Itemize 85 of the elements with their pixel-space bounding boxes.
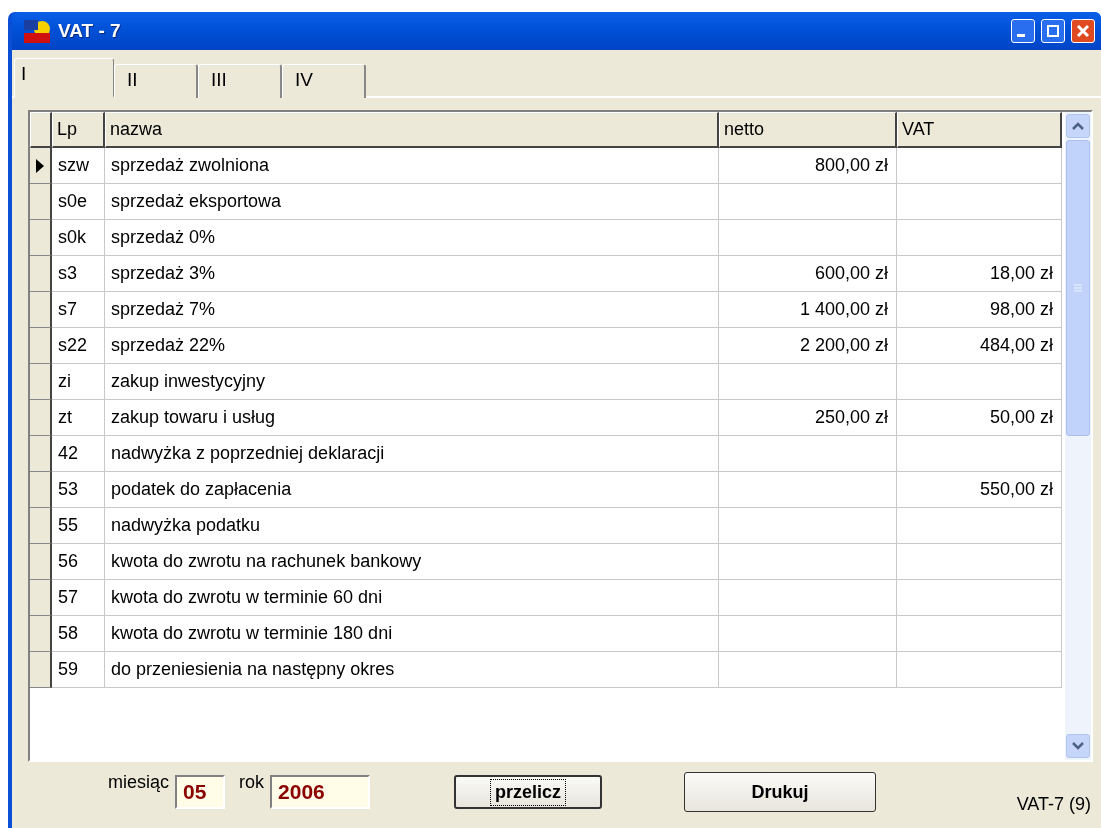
table-cell: s7 <box>52 292 105 328</box>
table-cell: sprzedaż eksportowa <box>105 184 719 220</box>
table-cell: kwota do zwrotu w terminie 180 dni <box>105 616 719 652</box>
window-title: VAT - 7 <box>58 20 122 42</box>
table-cell: nadwyżka podatku <box>105 508 719 544</box>
row-indicator[interactable] <box>30 580 52 616</box>
scroll-thumb[interactable] <box>1066 140 1090 436</box>
table-cell: 50,00 zł <box>897 400 1062 436</box>
close-icon <box>1076 24 1090 38</box>
tab[interactable]: I <box>14 58 114 98</box>
month-label: miesiąc <box>108 772 169 793</box>
table-cell: 55 <box>52 508 105 544</box>
table-cell: kwota do zwrotu na rachunek bankowy <box>105 544 719 580</box>
maximize-icon <box>1046 24 1060 38</box>
year-field[interactable]: 2006 <box>270 775 371 809</box>
close-button[interactable] <box>1071 19 1095 43</box>
table-cell: podatek do zapłacenia <box>105 472 719 508</box>
row-indicator[interactable] <box>30 508 52 544</box>
table-cell: 800,00 zł <box>719 148 897 184</box>
table-cell: sprzedaż 0% <box>105 220 719 256</box>
year-label: rok <box>239 772 265 793</box>
table-cell: s0e <box>52 184 105 220</box>
tab[interactable]: IV <box>282 64 366 98</box>
table-cell: s0k <box>52 220 105 256</box>
column-header[interactable]: nazwa <box>105 112 719 148</box>
table-cell: 58 <box>52 616 105 652</box>
maximize-button[interactable] <box>1041 19 1065 43</box>
table-cell: sprzedaż 7% <box>105 292 719 328</box>
table-cell: do przeniesienia na następny okres <box>105 652 719 688</box>
minimize-icon <box>1017 33 1025 37</box>
table-cell: s22 <box>52 328 105 364</box>
table-cell: 250,00 zł <box>719 400 897 436</box>
column-header[interactable]: Lp <box>52 112 105 148</box>
button[interactable]: przelicz <box>454 775 603 809</box>
scroll-down-button[interactable] <box>1066 734 1090 758</box>
status-text: VAT-7 (9) <box>1016 793 1091 815</box>
table-cell: nadwyżka z poprzedniej deklaracji <box>105 436 719 472</box>
table-cell: szw <box>52 148 105 184</box>
row-indicator[interactable] <box>30 184 52 220</box>
row-indicator[interactable] <box>30 544 52 580</box>
table-cell: 98,00 zł <box>897 292 1062 328</box>
table-cell: sprzedaż 22% <box>105 328 719 364</box>
row-indicator[interactable] <box>30 256 52 292</box>
table-cell: zakup inwestycyjny <box>105 364 719 400</box>
table-cell: 600,00 zł <box>719 256 897 292</box>
table-cell: s3 <box>52 256 105 292</box>
vertical-scrollbar[interactable] <box>1065 112 1091 760</box>
column-header[interactable]: VAT <box>897 112 1062 148</box>
column-header[interactable]: netto <box>719 112 897 148</box>
table-cell: 59 <box>52 652 105 688</box>
row-indicator[interactable] <box>30 616 52 652</box>
table-cell: 18,00 zł <box>897 256 1062 292</box>
button[interactable]: Drukuj <box>684 772 877 812</box>
table-cell: sprzedaż 3% <box>105 256 719 292</box>
row-indicator[interactable] <box>30 472 52 508</box>
minimize-button[interactable] <box>1011 19 1035 43</box>
table-cell: kwota do zwrotu w terminie 60 dni <box>105 580 719 616</box>
table-cell: zakup towaru i usług <box>105 400 719 436</box>
chevron-up-icon <box>1072 122 1084 130</box>
row-indicator[interactable] <box>30 400 52 436</box>
row-indicator[interactable] <box>30 328 52 364</box>
table-cell: 1 400,00 zł <box>719 292 897 328</box>
table-cell: zt <box>52 400 105 436</box>
tab[interactable]: II <box>114 64 198 98</box>
table-cell: zi <box>52 364 105 400</box>
tab[interactable]: III <box>198 64 282 98</box>
row-indicator[interactable] <box>30 364 52 400</box>
month-field[interactable]: 05 <box>175 775 225 809</box>
row-indicator[interactable] <box>30 436 52 472</box>
table-cell: 53 <box>52 472 105 508</box>
table-cell: 56 <box>52 544 105 580</box>
table-cell: 2 200,00 zł <box>719 328 897 364</box>
row-indicator[interactable] <box>30 652 52 688</box>
app-logo-icon <box>22 17 52 45</box>
row-indicator[interactable] <box>30 220 52 256</box>
chevron-down-icon <box>1072 742 1084 750</box>
table-cell: 484,00 zł <box>897 328 1062 364</box>
current-row-icon <box>36 158 44 173</box>
table-cell: 550,00 zł <box>897 472 1062 508</box>
table-cell: sprzedaż zwolniona <box>105 148 719 184</box>
row-indicator[interactable] <box>30 292 52 328</box>
table-cell: 57 <box>52 580 105 616</box>
table-cell: 42 <box>52 436 105 472</box>
scroll-up-button[interactable] <box>1066 114 1090 138</box>
row-indicator[interactable] <box>30 148 52 184</box>
